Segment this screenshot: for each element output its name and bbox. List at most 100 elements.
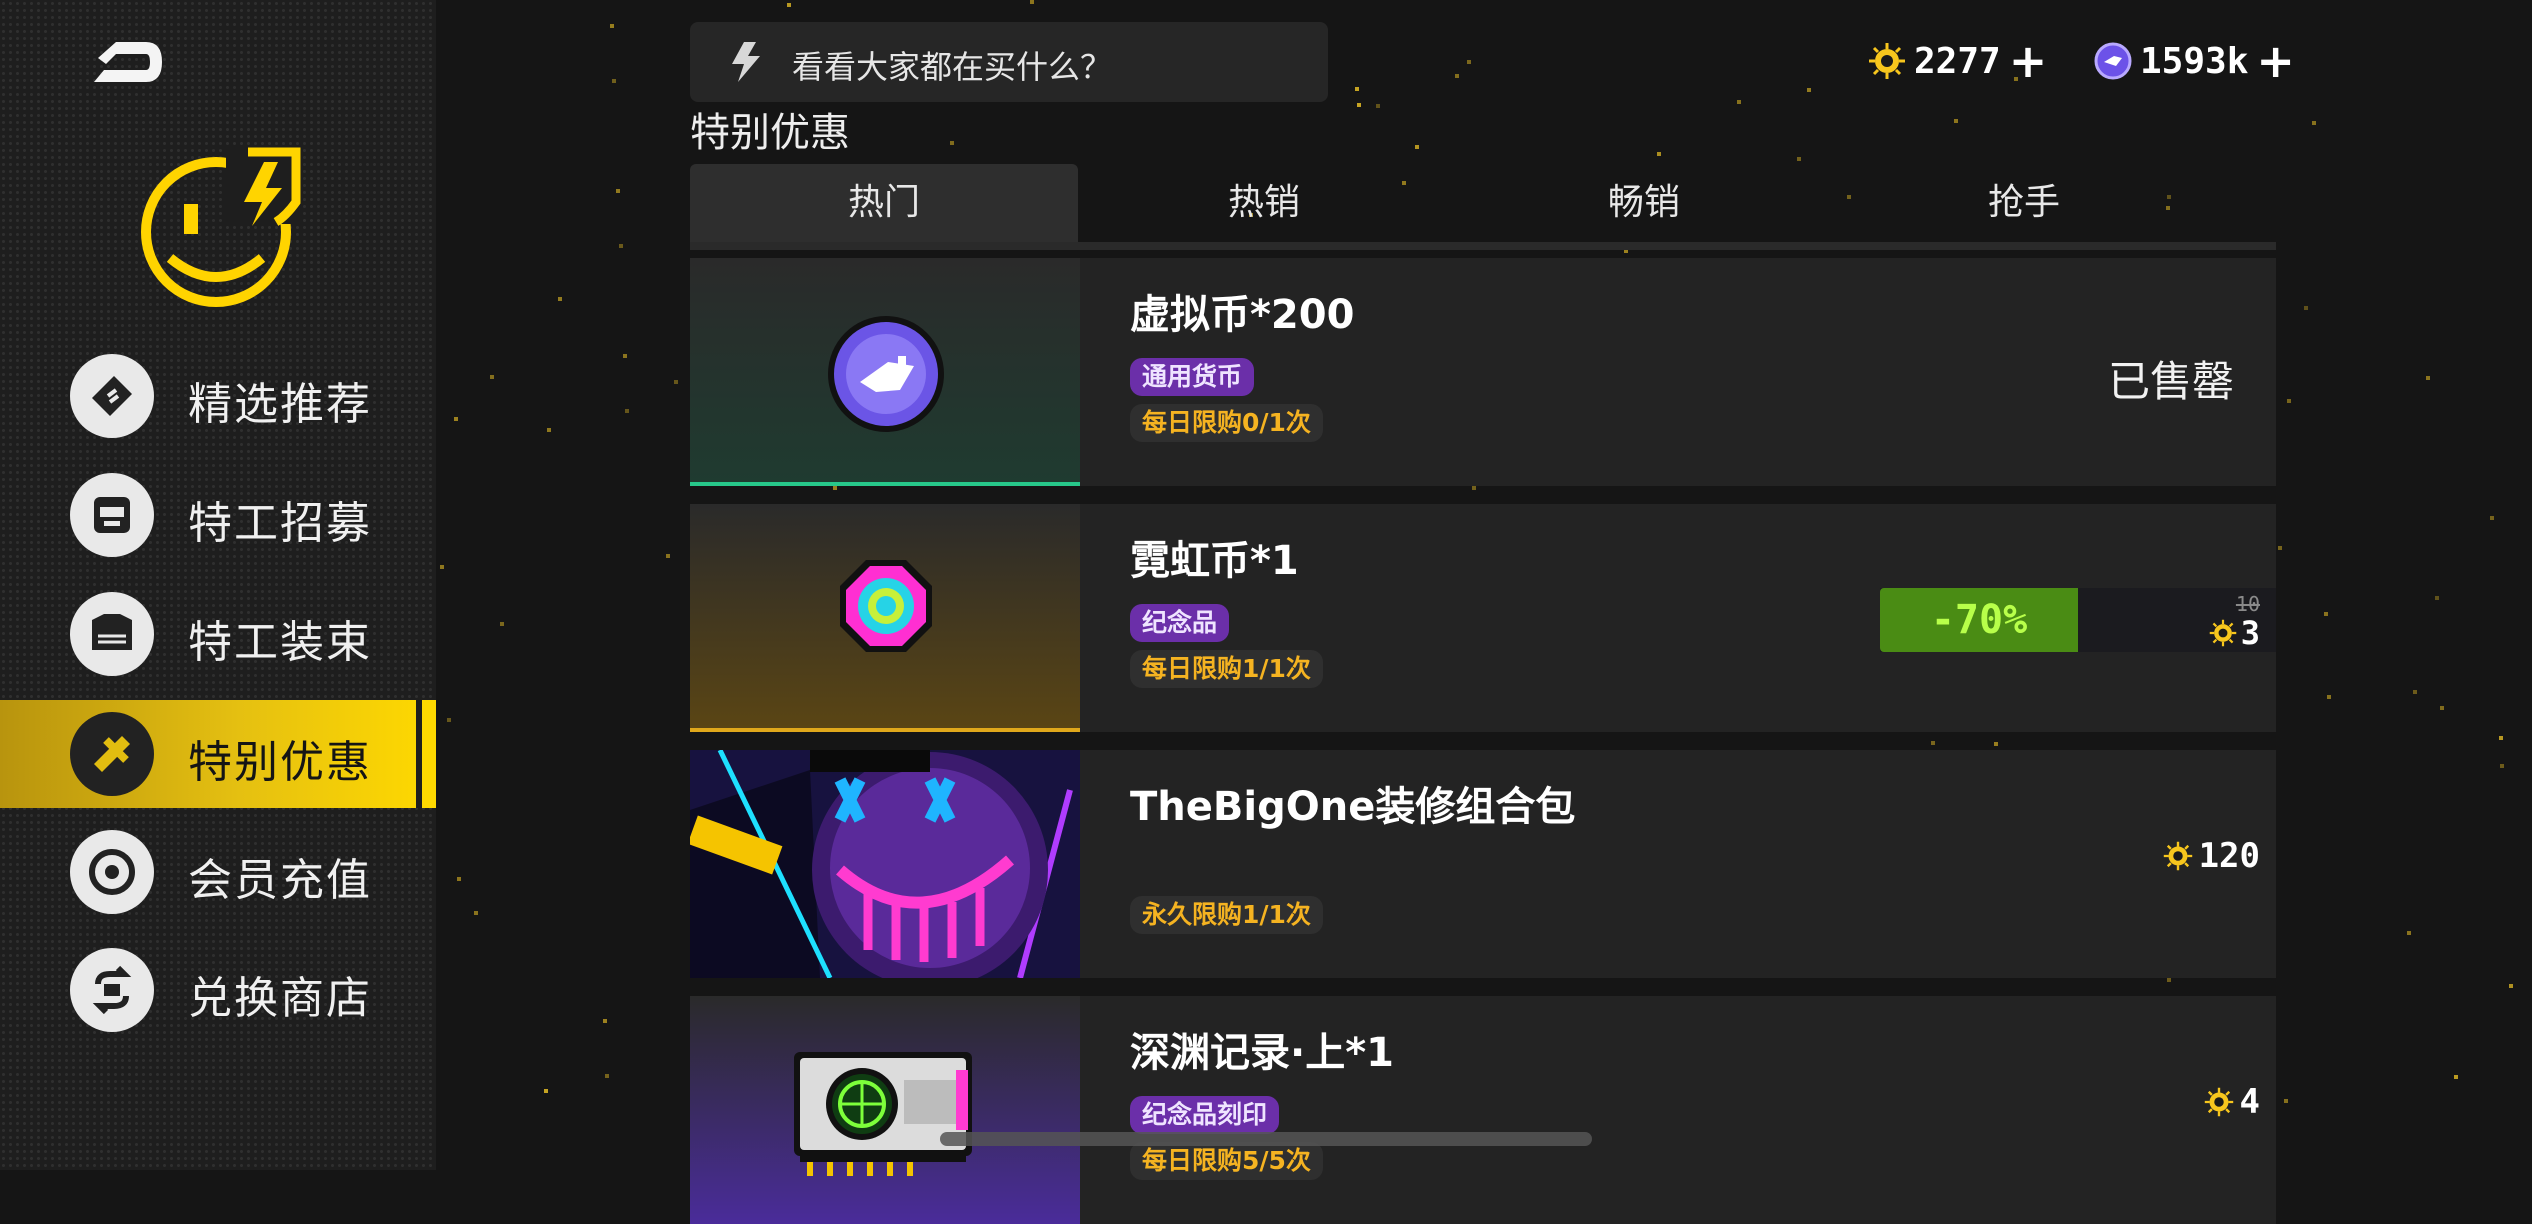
sidebar-item-label: 特别优惠 bbox=[188, 737, 372, 788]
neon-coin-thumbnail bbox=[690, 504, 1080, 732]
virtual-amount: 1593k bbox=[2140, 40, 2249, 82]
background-speck bbox=[1807, 88, 1811, 92]
sidebar-item-label: 兑换商店 bbox=[188, 973, 372, 1024]
sidebar-item-special-offer[interactable]: 特别优惠 bbox=[0, 700, 436, 808]
background-speck bbox=[2278, 546, 2282, 550]
special-offer-icon bbox=[70, 712, 154, 796]
agent-face-icon bbox=[70, 473, 154, 557]
item-category-tag: 纪念品 bbox=[1130, 604, 1230, 642]
exchange-icon bbox=[70, 948, 154, 1032]
background-speck bbox=[2426, 376, 2430, 380]
background-speck bbox=[490, 375, 494, 379]
add-gold-button[interactable]: + bbox=[2009, 38, 2048, 84]
add-virtual-button[interactable]: + bbox=[2256, 38, 2295, 84]
background-speck bbox=[2327, 695, 2331, 699]
background-speck bbox=[623, 354, 627, 358]
background-speck bbox=[1467, 60, 1471, 64]
background-speck bbox=[454, 417, 458, 421]
background-speck bbox=[474, 911, 478, 915]
background-speck bbox=[2499, 736, 2503, 740]
gold-amount: 2277 bbox=[1914, 40, 2001, 82]
sidebar-item-membership[interactable]: 会员充值 bbox=[0, 818, 436, 926]
page-title: 特别优惠 bbox=[690, 110, 850, 156]
item-category-tag: 通用货币 bbox=[1130, 358, 1255, 396]
background-speck bbox=[603, 1019, 607, 1023]
sidebar-item-label: 会员充值 bbox=[188, 855, 372, 906]
trending-search-bar[interactable]: 看看大家都在买什么？ bbox=[690, 22, 1328, 102]
sidebar-item-label: 特工招募 bbox=[188, 498, 372, 549]
offer-card-abyss-record[interactable]: 深渊记录·上*1 纪念品刻印 每日限购5/5次 4 bbox=[690, 996, 2276, 1224]
background-speck bbox=[1030, 0, 1034, 4]
background-speck bbox=[447, 718, 451, 722]
discounted-price: 3 bbox=[2209, 614, 2260, 652]
offer-card-bigone-bundle[interactable]: TheBigOne装修组合包 永久限购1/1次 120 bbox=[690, 750, 2276, 978]
discount-price-box[interactable]: -70% 10 3 bbox=[1880, 588, 2276, 652]
price-value: 3 bbox=[2240, 614, 2260, 652]
item-name: 虚拟币*200 bbox=[1130, 292, 1355, 338]
purchase-limit-tag: 每日限购0/1次 bbox=[1130, 404, 1323, 442]
item-name: 深渊记录·上*1 bbox=[1130, 1030, 1394, 1076]
item-price[interactable]: 4 bbox=[2204, 1082, 2260, 1122]
offer-card-virtual-coin[interactable]: 虚拟币*200 通用货币 每日限购0/1次 已售罄 bbox=[690, 258, 2276, 486]
background-speck bbox=[1954, 119, 1958, 123]
sidebar-item-exchange[interactable]: 兑换商店 bbox=[0, 936, 436, 1044]
sold-out-label: 已售罄 bbox=[2107, 357, 2234, 406]
virtual-coin-icon bbox=[2094, 42, 2132, 80]
background-speck bbox=[2407, 931, 2411, 935]
virtual-coin-thumbnail bbox=[690, 258, 1080, 486]
original-price: 10 bbox=[2235, 592, 2260, 616]
background-speck bbox=[1415, 145, 1419, 149]
background-speck bbox=[547, 428, 551, 432]
purchase-limit-tag: 永久限购1/1次 bbox=[1130, 896, 1323, 934]
sidebar: 精选推荐 特工招募 特工装束 特别优惠 会员充值 兑换商店 bbox=[0, 0, 436, 1170]
item-price[interactable]: 120 bbox=[2163, 836, 2260, 876]
background-speck bbox=[558, 297, 562, 301]
background-speck bbox=[2324, 612, 2328, 616]
background-speck bbox=[2284, 1099, 2288, 1103]
background-speck bbox=[625, 409, 629, 413]
background-speck bbox=[1931, 741, 1935, 745]
horizontal-scrollbar[interactable] bbox=[940, 1132, 1592, 1146]
purchase-limit-tag: 每日限购1/1次 bbox=[1130, 650, 1323, 688]
background-speck bbox=[1355, 87, 1359, 91]
background-speck bbox=[500, 622, 504, 626]
purchase-limit-tag: 每日限购5/5次 bbox=[1130, 1142, 1323, 1180]
gold-coin-icon bbox=[2163, 841, 2192, 871]
background-speck bbox=[2509, 984, 2513, 988]
background-speck bbox=[1376, 104, 1380, 108]
background-speck bbox=[2435, 596, 2439, 600]
tab-best-selling[interactable]: 热销 bbox=[1070, 164, 1458, 242]
sidebar-item-outfit[interactable]: 特工装束 bbox=[0, 580, 436, 688]
membership-icon bbox=[70, 830, 154, 914]
sidebar-item-label: 特工装束 bbox=[188, 617, 372, 668]
offer-card-neon-coin[interactable]: 霓虹币*1 纪念品 每日限购1/1次 -70% 10 3 bbox=[690, 504, 2276, 732]
background-speck bbox=[1657, 152, 1661, 156]
background-speck bbox=[2167, 978, 2171, 982]
neon-coin-icon bbox=[840, 560, 932, 652]
background-speck bbox=[619, 244, 623, 248]
bigone-bundle-thumbnail bbox=[690, 750, 1080, 978]
background-speck bbox=[2500, 764, 2504, 768]
tab-hot[interactable]: 热门 bbox=[690, 164, 1078, 242]
background-speck bbox=[833, 486, 837, 490]
sidebar-item-featured[interactable]: 精选推荐 bbox=[0, 342, 436, 450]
tab-in-demand[interactable]: 抢手 bbox=[1830, 164, 2218, 242]
outfit-icon bbox=[70, 592, 154, 676]
sidebar-item-recruit[interactable]: 特工招募 bbox=[0, 461, 436, 569]
neon-skull-face-image bbox=[690, 750, 1080, 978]
background-speck bbox=[2312, 121, 2316, 125]
virtual-coin-icon bbox=[828, 316, 944, 432]
background-speck bbox=[950, 141, 954, 145]
search-placeholder: 看看大家都在买什么？ bbox=[792, 48, 1113, 86]
item-category-tag: 纪念品刻印 bbox=[1130, 1096, 1280, 1134]
background-speck bbox=[2287, 399, 2291, 403]
background-speck bbox=[616, 189, 620, 193]
background-speck bbox=[610, 24, 614, 28]
background-speck bbox=[1994, 742, 1998, 746]
background-speck bbox=[666, 554, 670, 558]
gpu-card-icon bbox=[794, 1052, 972, 1176]
lightning-icon bbox=[732, 42, 760, 82]
tab-popular[interactable]: 畅销 bbox=[1450, 164, 1838, 242]
back-arrow-icon[interactable] bbox=[88, 34, 168, 94]
background-speck bbox=[2413, 690, 2417, 694]
